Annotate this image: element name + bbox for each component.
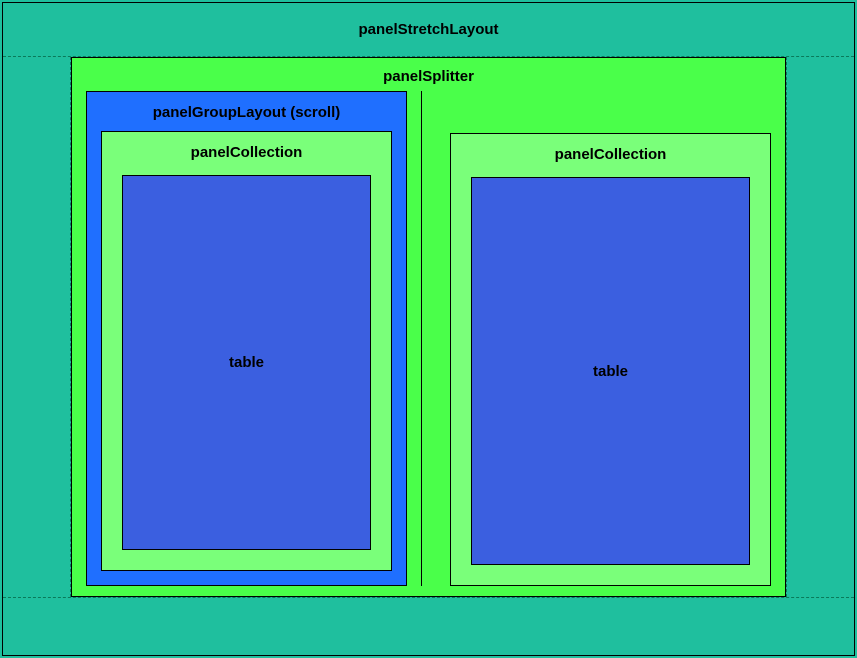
- panel-collection-left: panelCollection table: [101, 131, 392, 571]
- panel-collection-right-title: panelCollection: [471, 134, 750, 177]
- table-left: table: [122, 175, 371, 550]
- right-strip: [786, 57, 854, 597]
- panel-stretch-layout-title: panelStretchLayout: [3, 3, 854, 57]
- splitter-body: panelGroupLayout (scroll) panelCollectio…: [72, 91, 785, 596]
- left-strip: [3, 57, 71, 597]
- panel-group-layout-title: panelGroupLayout (scroll): [101, 92, 392, 131]
- panel-stretch-layout: panelStretchLayout panelSplitter panelGr…: [2, 2, 855, 656]
- panel-group-layout: panelGroupLayout (scroll) panelCollectio…: [86, 91, 407, 586]
- splitter-right-pane: panelCollection table: [450, 91, 771, 586]
- panel-collection-left-title: panelCollection: [122, 132, 371, 175]
- panel-splitter-title: panelSplitter: [72, 58, 785, 91]
- layout-body: panelSplitter panelGroupLayout (scroll) …: [3, 57, 854, 597]
- table-right-label: table: [593, 363, 628, 380]
- table-left-label: table: [229, 354, 264, 371]
- splitter-left-pane: panelGroupLayout (scroll) panelCollectio…: [86, 91, 422, 586]
- layout-footer: [3, 597, 854, 655]
- panel-collection-right: panelCollection table: [450, 133, 771, 586]
- table-right: table: [471, 177, 750, 565]
- panel-splitter: panelSplitter panelGroupLayout (scroll) …: [71, 57, 786, 597]
